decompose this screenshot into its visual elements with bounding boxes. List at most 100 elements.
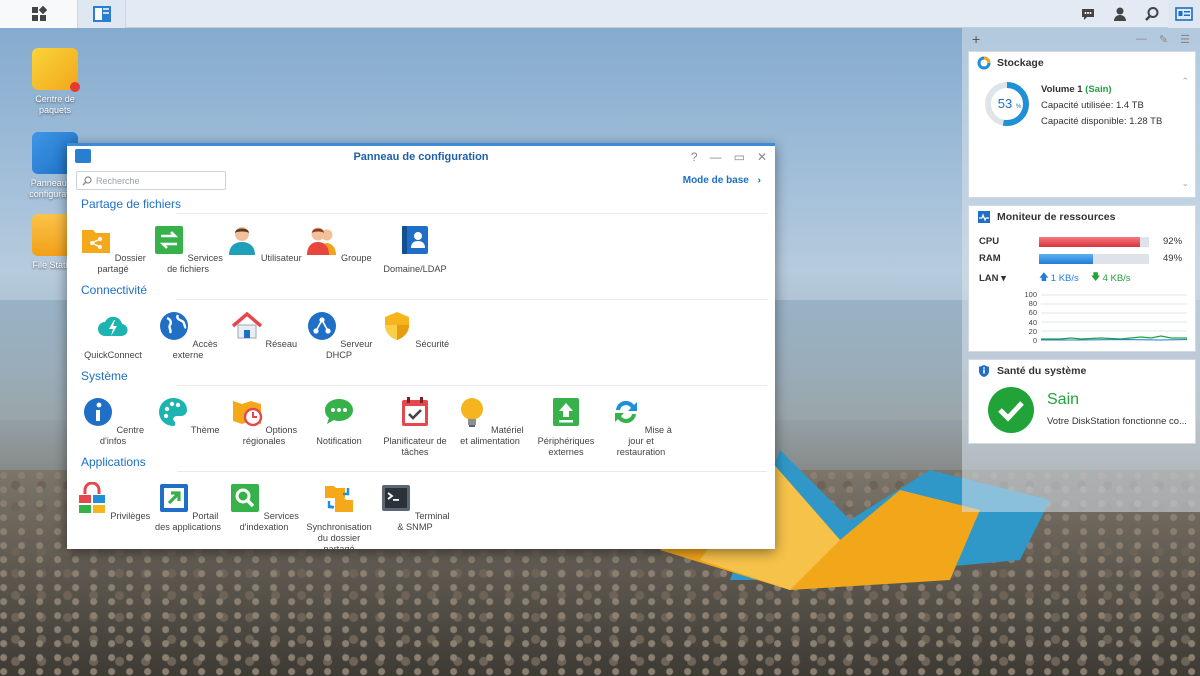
search-icon xyxy=(82,175,92,185)
ram-bar xyxy=(1039,253,1149,264)
item-label: Périphériques externes xyxy=(537,436,595,457)
item-label: Terminal & SNMP xyxy=(397,511,450,532)
window-title: Panneau de configuration xyxy=(353,151,489,163)
item-label: Domaine/LDAP xyxy=(383,264,447,274)
item-application-portal[interactable]: Portail des applications xyxy=(150,482,226,533)
shield-icon xyxy=(384,312,409,340)
user-icon xyxy=(229,227,256,255)
widgets-button[interactable] xyxy=(1168,0,1200,28)
item-label: Services d'indexation xyxy=(239,511,299,532)
item-file-services[interactable]: Services de fichiers xyxy=(150,224,226,275)
item-user[interactable]: Utilisateur xyxy=(226,224,302,264)
storage-widget: Stockage 53 % Volume 1 (Sain) Capacité u… xyxy=(968,51,1196,198)
item-shared-folder-sync[interactable]: Synchronisation du dossier partagé xyxy=(301,482,377,555)
terminal-icon xyxy=(382,485,411,511)
divider xyxy=(177,213,767,214)
external-device-icon xyxy=(553,398,579,426)
system-health-widget: Santé du système Sain Votre DiskStation … xyxy=(968,359,1196,444)
indexing-search-icon xyxy=(231,484,260,512)
widgets-toolbar: + — ✎ ☰ xyxy=(962,28,1200,50)
ram-bar-fill xyxy=(1039,253,1093,264)
item-external-devices[interactable]: Périphériques externes xyxy=(528,396,604,458)
item-notification[interactable]: Notification xyxy=(301,396,377,447)
item-shared-folder[interactable]: Dossier partagé xyxy=(75,224,151,275)
control-panel-window: Panneau de configuration ? — ▭ ✕ Recherc… xyxy=(67,143,775,554)
lan-dropdown[interactable]: LAN ▾ xyxy=(979,273,1039,284)
system-health-title: Santé du système xyxy=(997,365,1087,377)
taskbar-control-panel-button[interactable] xyxy=(78,0,126,28)
item-terminal-snmp[interactable]: Terminal & SNMP xyxy=(377,482,453,533)
privileges-lock-icon xyxy=(78,481,105,513)
collapse-icon[interactable]: — xyxy=(1136,33,1147,46)
scroll-down-icon[interactable]: ⌄ xyxy=(1181,178,1189,189)
pin-icon[interactable]: ✎ xyxy=(1159,33,1168,46)
item-label: Synchronisation du dossier partagé xyxy=(306,522,372,554)
quickconnect-icon xyxy=(98,316,128,337)
basic-mode-link[interactable]: Mode de base › xyxy=(683,175,761,186)
maximize-button[interactable]: ▭ xyxy=(734,146,745,168)
divider xyxy=(177,385,767,386)
item-group[interactable]: Groupe xyxy=(301,224,377,264)
settings-icon[interactable]: ☰ xyxy=(1180,33,1190,46)
folder-sync-icon xyxy=(325,486,353,512)
scroll-up-icon[interactable]: ⌃ xyxy=(1181,76,1189,87)
window-titlebar[interactable]: Panneau de configuration ? — ▭ ✕ xyxy=(67,146,775,168)
item-label: Notification xyxy=(316,436,362,446)
item-info-center[interactable]: Centre d'infos xyxy=(75,396,151,447)
search-input[interactable]: Recherche xyxy=(76,171,226,190)
storage-percent: 53 xyxy=(998,96,1012,111)
item-label: Dossier partagé xyxy=(97,253,146,274)
desktop-icon-package-center[interactable]: Centre de paquets xyxy=(20,48,90,116)
health-status: Sain xyxy=(1047,391,1080,408)
item-regional-options[interactable]: Options régionales xyxy=(226,396,302,447)
cpu-label: CPU xyxy=(979,236,1000,247)
main-menu-button[interactable] xyxy=(0,0,78,28)
item-quickconnect[interactable]: QuickConnect xyxy=(75,310,151,361)
messages-button[interactable] xyxy=(1072,0,1104,28)
storage-usage-donut: 53 % xyxy=(985,82,1029,126)
info-icon xyxy=(83,398,112,426)
health-message: Votre DiskStation fonctionne co... xyxy=(1047,416,1187,427)
item-network[interactable]: Réseau xyxy=(226,310,302,350)
item-privileges[interactable]: Privilèges xyxy=(75,481,151,522)
info-shield-icon xyxy=(979,365,989,377)
help-button[interactable]: ? xyxy=(691,146,698,168)
item-theme[interactable]: Thème xyxy=(150,396,226,436)
section-title-connectivity: Connectivité xyxy=(81,283,148,297)
chevron-right-icon: › xyxy=(757,175,761,186)
item-update-restore[interactable]: Mise à jour et restauration xyxy=(603,396,679,458)
lan-download: 4 KB/s xyxy=(1102,272,1131,284)
chat-icon xyxy=(1082,9,1094,20)
ram-label: RAM xyxy=(979,253,1001,264)
add-widget-button[interactable]: + xyxy=(972,31,980,47)
search-button[interactable] xyxy=(1136,0,1168,28)
desktop-icon-label: Centre de paquets xyxy=(35,94,75,115)
item-label: Services de fichiers xyxy=(167,253,223,274)
item-label: Privilèges xyxy=(110,511,151,521)
free-capacity: Capacité disponible: 1.28 TB xyxy=(1041,116,1163,127)
item-hardware-power[interactable]: Matériel et alimentation xyxy=(452,396,528,447)
minimize-button[interactable]: — xyxy=(710,146,722,168)
item-label: Matériel et alimentation xyxy=(460,425,524,446)
taskbar xyxy=(0,0,1200,28)
item-dhcp-server[interactable]: Serveur DHCP xyxy=(301,310,377,361)
notification-chat-icon xyxy=(325,399,353,424)
item-task-scheduler[interactable]: Planificateur de tâches xyxy=(377,396,453,458)
user-button[interactable] xyxy=(1104,0,1136,28)
control-panel-icon xyxy=(75,149,91,163)
divider xyxy=(177,471,767,472)
close-button[interactable]: ✕ xyxy=(757,146,767,168)
search-placeholder: Recherche xyxy=(96,175,140,186)
resource-monitor-icon xyxy=(978,211,990,223)
item-indexing-service[interactable]: Services d'indexation xyxy=(226,482,302,533)
item-domain-ldap[interactable]: Domaine/LDAP xyxy=(377,224,453,275)
item-label: Groupe xyxy=(340,253,372,263)
item-label: Sécurité xyxy=(415,339,450,349)
grid-icon xyxy=(31,5,47,21)
volume-status: (Sain) xyxy=(1085,84,1112,95)
widgets-panel: + — ✎ ☰ Stockage 53 % Volume 1 (Sain) Ca… xyxy=(962,28,1200,512)
item-external-access[interactable]: Accès externe xyxy=(150,310,226,361)
cpu-bar-fill xyxy=(1039,236,1141,247)
control-panel-icon xyxy=(92,5,111,22)
item-security[interactable]: Sécurité xyxy=(377,310,453,350)
